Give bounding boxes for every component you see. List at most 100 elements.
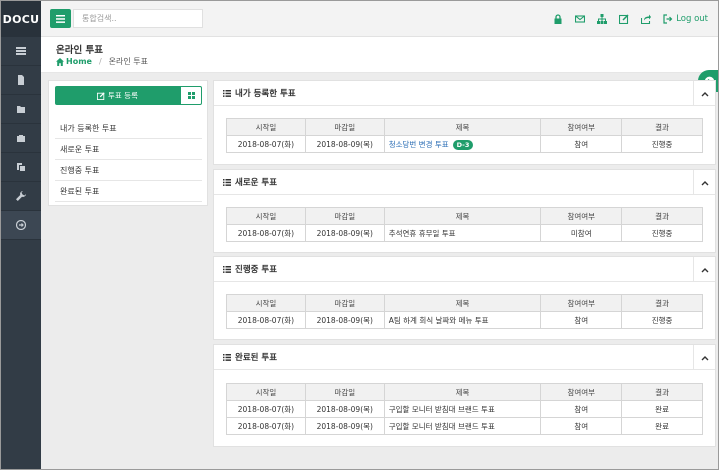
cell-start: 2018-08-07(화) [226,135,306,153]
col-result[interactable]: 결과 [621,118,703,136]
sidebar-item-vote[interactable] [1,211,41,240]
copy-icon [17,163,25,171]
col-joined[interactable]: 참여여부 [540,207,623,225]
table-row[interactable]: 2018-08-07(화) 2018-08-09(목) A팀 하계 회식 날짜와… [226,311,703,329]
col-end[interactable]: 마감일 [304,383,385,401]
col-title[interactable]: 제목 [383,294,542,312]
folder-icon [17,106,25,113]
table-row[interactable]: 2018-08-07(화) 2018-08-09(목) 추석연휴 휴무일 투표 … [226,224,703,242]
cell-result: 완료 [621,417,703,435]
menu-toggle-button[interactable] [50,9,71,28]
mail-icon[interactable] [575,14,586,24]
home-icon [56,57,64,66]
category-new-votes[interactable]: 새로운 투표 [55,139,202,160]
category-ongoing-votes[interactable]: 진행중 투표 [55,160,202,181]
cell-result: 진행중 [621,224,703,242]
briefcase-icon [17,135,25,142]
cell-title[interactable]: 구입할 모니터 받침대 브랜드 투표 [383,417,542,435]
panel-ongoing-votes: 진행중 투표 시작일 마감일 제목 참여여부 결과 2018-08-07(화) … [213,256,716,340]
cell-end: 2018-08-09(목) [304,135,385,153]
table-header-row: 시작일 마감일 제목 참여여부 결과 [226,294,703,312]
sidebar-item-copy[interactable] [1,153,41,182]
sidebar-item-board[interactable] [1,37,41,66]
share-icon[interactable] [641,14,652,24]
cell-result: 완료 [621,400,703,418]
col-start[interactable]: 시작일 [226,118,306,136]
search-input[interactable] [73,9,203,28]
panel-header: 새로운 투표 [214,170,715,195]
breadcrumb-home-label: Home [66,57,92,66]
panel-title: 진행중 투표 [235,265,278,275]
col-title[interactable]: 제목 [383,118,542,136]
vote-category-list: 내가 등록한 투표 새로운 투표 진행중 투표 완료된 투표 [55,118,202,202]
table-row[interactable]: 2018-08-07(화) 2018-08-09(목) 구입할 모니터 받침대 … [226,417,703,435]
vote-table: 시작일 마감일 제목 참여여부 결과 2018-08-07(화) 2018-08… [226,118,703,153]
chevron-up-icon [701,91,708,96]
col-result[interactable]: 결과 [621,207,703,225]
col-joined[interactable]: 참여여부 [540,294,623,312]
vote-table: 시작일 마감일 제목 참여여부 결과 2018-08-07(화) 2018-08… [226,294,703,329]
wrench-icon [16,191,26,201]
col-joined[interactable]: 참여여부 [540,118,623,136]
table-row[interactable]: 2018-08-07(화) 2018-08-09(목) 청소당번 변경 투표 D-… [226,135,703,153]
grid-icon [187,92,195,99]
sidebar-item-work[interactable] [1,124,41,153]
cell-title[interactable]: A팀 하계 회식 날짜와 메뉴 투표 [383,311,542,329]
table-header-row: 시작일 마감일 제목 참여여부 결과 [226,207,703,225]
panel-header: 완료된 투표 [214,345,715,370]
col-joined[interactable]: 참여여부 [540,383,623,401]
cell-joined: 참여 [540,400,623,418]
col-start[interactable]: 시작일 [226,207,306,225]
panel-title: 새로운 투표 [235,178,278,188]
list-icon [223,178,231,186]
edit-icon[interactable] [619,14,629,24]
col-title[interactable]: 제목 [383,207,542,225]
cell-result: 진행중 [621,135,703,153]
panel-collapse-button[interactable] [693,81,715,106]
logout-button[interactable]: Log out [663,14,708,24]
edit-icon [97,91,105,100]
app-logo[interactable]: DOCU [1,1,41,37]
col-result[interactable]: 결과 [621,294,703,312]
grid-view-button[interactable] [180,86,202,105]
cell-title: 청소당번 변경 투표 D-3 [383,135,542,153]
category-my-votes[interactable]: 내가 등록한 투표 [55,118,202,139]
cell-title[interactable]: 구입할 모니터 받침대 브랜드 투표 [383,400,542,418]
top-actions: Log out [553,1,708,37]
breadcrumb-home[interactable]: Home [56,57,92,66]
col-end[interactable]: 마감일 [304,294,385,312]
panel-my-votes: 내가 등록한 투표 시작일 마감일 제목 참여여부 결과 2018-08-07(… [213,80,716,165]
col-end[interactable]: 마감일 [304,118,385,136]
panel-new-votes: 새로운 투표 시작일 마감일 제목 참여여부 결과 2018-08-07(화) … [213,169,716,253]
cell-start: 2018-08-07(화) [226,417,306,435]
panel-title: 완료된 투표 [235,353,278,363]
panel-collapse-button[interactable] [693,345,715,370]
col-end[interactable]: 마감일 [304,207,385,225]
sidebar-item-approval[interactable] [1,95,41,124]
category-completed-votes[interactable]: 완료된 투표 [55,181,202,202]
col-start[interactable]: 시작일 [226,294,306,312]
org-chart-icon[interactable] [597,14,608,24]
table-row[interactable]: 2018-08-07(화) 2018-08-09(목) 구입할 모니터 받침대 … [226,400,703,418]
breadcrumb: Home / 온라인 투표 [56,56,148,67]
panel-collapse-button[interactable] [693,170,715,195]
col-result[interactable]: 결과 [621,383,703,401]
sidebar-item-documents[interactable] [1,66,41,95]
col-start[interactable]: 시작일 [226,383,306,401]
app-window: DOCU 통합검색.. Log out 온라인 투표 Home / 온라인 투표… [0,0,719,470]
panel-header: 진행중 투표 [214,257,715,282]
cell-title[interactable]: 추석연휴 휴무일 투표 [383,224,542,242]
table-header-row: 시작일 마감일 제목 참여여부 결과 [226,118,703,136]
sidebar-item-settings[interactable] [1,182,41,211]
cell-joined: 참여 [540,311,623,329]
cell-joined: 참여 [540,135,623,153]
lock-icon[interactable] [553,14,563,24]
vote-title-link[interactable]: 청소당번 변경 투표 [389,140,449,149]
logout-label: Log out [676,14,708,24]
col-title[interactable]: 제목 [383,383,542,401]
logout-icon [663,14,673,24]
panel-header: 내가 등록한 투표 [214,81,715,106]
register-vote-button[interactable]: 투표 등록 [55,86,180,105]
panel-collapse-button[interactable] [693,257,715,282]
register-vote-label: 투표 등록 [108,91,138,100]
